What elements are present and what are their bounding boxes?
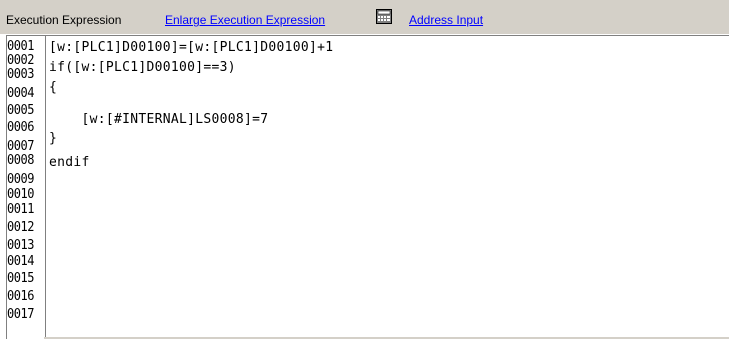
- code-line: [w:[#INTERNAL]LS0008]=7: [49, 112, 269, 127]
- line-number: 0004: [7, 86, 34, 101]
- code-line: if([w:[PLC1]D00100]==3): [49, 60, 236, 75]
- line-number: 0011: [7, 202, 34, 217]
- execution-expression-label: Execution Expression: [6, 13, 122, 27]
- gutter-divider: [45, 36, 46, 339]
- line-number: 0016: [7, 289, 34, 304]
- calculator-icon[interactable]: [376, 9, 392, 24]
- calculator-icon-graphic: [376, 9, 392, 24]
- line-number: 0006: [7, 120, 34, 135]
- line-number: 0013: [7, 238, 34, 253]
- enlarge-execution-expression-link[interactable]: Enlarge Execution Expression: [165, 13, 325, 27]
- toolbar: Execution Expression Enlarge Execution E…: [0, 0, 729, 34]
- line-number: 0001: [7, 40, 34, 54]
- code-area[interactable]: [w:[PLC1]D00100]=[w:[PLC1]D00100]+1 if([…: [49, 39, 719, 337]
- line-number: 0002: [7, 53, 34, 68]
- line-number: 0014: [7, 254, 34, 269]
- line-number: 0015: [7, 271, 34, 286]
- line-number: 0003: [7, 67, 34, 82]
- expression-editor[interactable]: 0001 0002 0003 0004 0005 0006 0007 0008 …: [6, 35, 729, 339]
- line-number: 0007: [7, 139, 34, 154]
- line-number-gutter: 0001 0002 0003 0004 0005 0006 0007 0008 …: [7, 40, 45, 338]
- code-line: }: [49, 131, 58, 146]
- execution-expression-panel: Execution Expression Enlarge Execution E…: [0, 0, 729, 339]
- code-line: endif: [49, 155, 90, 170]
- code-line: [w:[PLC1]D00100]=[w:[PLC1]D00100]+1: [49, 40, 334, 55]
- code-line: {: [49, 80, 58, 95]
- line-number: 0010: [7, 187, 34, 202]
- line-number: 0012: [7, 220, 34, 235]
- line-number: 0009: [7, 172, 34, 187]
- line-number: 0017: [7, 307, 34, 322]
- line-number: 0008: [7, 153, 34, 168]
- address-input-link[interactable]: Address Input: [409, 13, 483, 27]
- line-number: 0005: [7, 103, 34, 118]
